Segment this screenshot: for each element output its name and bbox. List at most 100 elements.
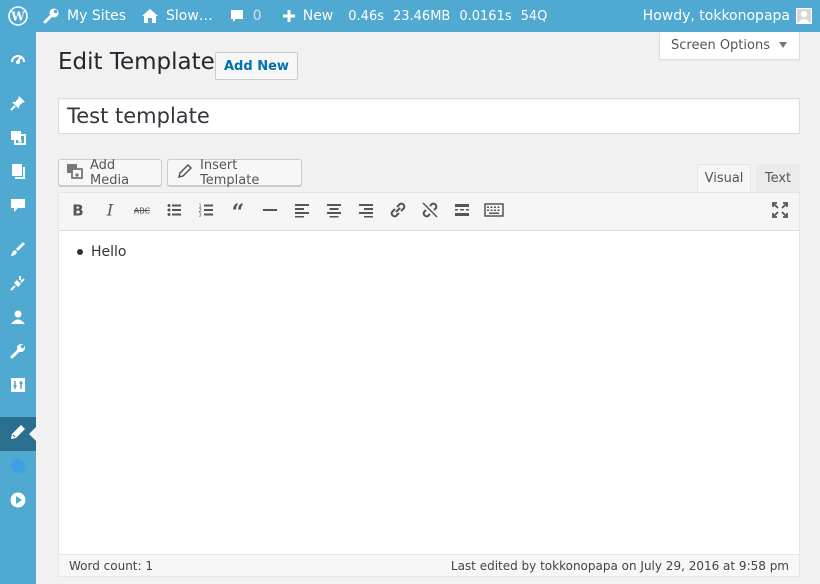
screen-options-label: Screen Options (671, 38, 770, 53)
media-icon (9, 128, 27, 150)
strikethrough-icon: ABC (133, 202, 151, 222)
settings-icon (9, 376, 27, 398)
bulleted-list-button[interactable] (161, 199, 187, 225)
horizontal-line-button[interactable] (257, 199, 283, 225)
keyboard-icon (484, 202, 504, 222)
align-center-icon (326, 202, 342, 222)
plugins-icon (9, 274, 27, 296)
caret-down-icon (778, 38, 788, 53)
pages-icon (9, 162, 27, 184)
tab-text[interactable]: Text (756, 164, 800, 193)
numbered-list-button[interactable]: 123 (193, 199, 219, 225)
toolbar-toggle-button[interactable] (481, 199, 507, 225)
numbered-list-icon: 123 (198, 202, 214, 222)
align-right-button[interactable] (353, 199, 379, 225)
tools-icon (9, 342, 27, 364)
last-edited: Last edited by tokkonopapa on July 29, 2… (450, 558, 789, 573)
dashboard-icon (9, 50, 27, 72)
perf-memory: 23.46MB (392, 8, 451, 24)
italic-button[interactable]: I (97, 199, 123, 225)
comments-count: 0 (252, 8, 262, 24)
template-title-input[interactable]: Test template (58, 98, 800, 134)
editor-toolbar: B I ABC 123 “ (59, 193, 799, 231)
page-title: Edit Template (58, 49, 215, 75)
menu-comments[interactable] (0, 190, 36, 224)
media-icon (66, 162, 84, 184)
word-count: Word count: 1 (69, 558, 154, 573)
align-center-button[interactable] (321, 199, 347, 225)
site-name-label: Slow… (166, 8, 213, 24)
add-media-button[interactable]: Add Media (58, 157, 162, 188)
admin-bar: W My Sites Slow… 0 New 0.46s 23.46MB 0.0… (0, 0, 820, 32)
editor: B I ABC 123 “ Hello Word count: 1 Last e… (58, 192, 800, 577)
editor-statusbar: Word count: 1 Last edited by tokkonopapa… (59, 554, 799, 576)
tab-visual[interactable]: Visual (697, 164, 751, 193)
howdy-label: Howdy, tokkonopapa (642, 8, 790, 24)
bulleted-list-icon (166, 202, 182, 222)
menu-pages[interactable] (0, 156, 36, 190)
unlink-icon (421, 201, 439, 223)
align-left-button[interactable] (289, 199, 315, 225)
fullscreen-icon (772, 202, 788, 222)
screen-options-button[interactable]: Screen Options (659, 32, 800, 60)
insert-link-button[interactable] (385, 199, 411, 225)
home-icon (141, 7, 159, 25)
menu-posts[interactable] (0, 88, 36, 122)
menu-users[interactable] (0, 302, 36, 336)
insert-template-label: Insert Template (200, 157, 260, 188)
insert-template-button[interactable]: Insert Template (167, 157, 302, 188)
editor-content[interactable]: Hello (59, 231, 799, 553)
italic-icon: I (102, 201, 118, 222)
read-more-button[interactable] (449, 199, 475, 225)
strikethrough-button[interactable]: ABC (129, 199, 155, 225)
menu-plugins[interactable] (0, 268, 36, 302)
my-sites-menu[interactable]: My Sites (42, 0, 126, 32)
link-icon (389, 201, 407, 223)
play-icon (9, 491, 27, 513)
svg-text:3: 3 (199, 213, 202, 219)
admin-sidebar (0, 32, 36, 584)
horizontal-line-icon (262, 202, 278, 222)
blockquote-button[interactable]: “ (225, 199, 251, 226)
align-left-icon (294, 202, 310, 222)
menu-templates[interactable] (0, 417, 36, 451)
align-right-icon (358, 202, 374, 222)
fullscreen-button[interactable] (767, 199, 793, 225)
new-label: New (302, 8, 334, 24)
remove-link-button[interactable] (417, 199, 443, 225)
menu-dashboard[interactable] (0, 44, 36, 78)
add-new-button[interactable]: Add New (215, 52, 298, 80)
add-media-label: Add Media (90, 157, 130, 188)
my-sites-label: My Sites (67, 8, 126, 24)
comments-icon (9, 196, 27, 218)
bold-button[interactable]: B (65, 199, 91, 225)
bullet-icon (77, 249, 83, 255)
circle-icon (9, 457, 27, 479)
appearance-icon (9, 240, 27, 262)
svg-text:B: B (72, 202, 83, 218)
menu-media[interactable] (0, 122, 36, 156)
svg-text:W: W (10, 10, 25, 24)
perf-time: 0.46s (348, 8, 384, 24)
menu-settings[interactable] (0, 370, 36, 404)
svg-text:I: I (106, 202, 114, 218)
perf-queries: 54Q (520, 8, 548, 24)
avatar (796, 8, 812, 24)
site-name-menu[interactable]: Slow… (141, 0, 213, 32)
wordpress-logo-icon[interactable]: W (0, 0, 36, 32)
pencil-icon (177, 163, 193, 183)
menu-extra[interactable] (0, 451, 36, 485)
perf-query-time: 0.0161s (459, 8, 512, 24)
menu-appearance[interactable] (0, 234, 36, 268)
menu-media-player[interactable] (0, 485, 36, 519)
list-item-text: Hello (91, 244, 127, 260)
comments-menu[interactable]: 0 (229, 0, 262, 32)
new-content-menu[interactable]: New (282, 0, 334, 32)
templates-icon (9, 423, 27, 445)
users-icon (9, 308, 27, 330)
menu-tools[interactable] (0, 336, 36, 370)
account-menu[interactable]: Howdy, tokkonopapa (643, 0, 812, 32)
query-monitor-menu[interactable]: 0.46s 23.46MB 0.0161s 54Q (348, 0, 547, 32)
svg-text:“: “ (232, 202, 245, 218)
content-list: Hello (77, 244, 127, 260)
